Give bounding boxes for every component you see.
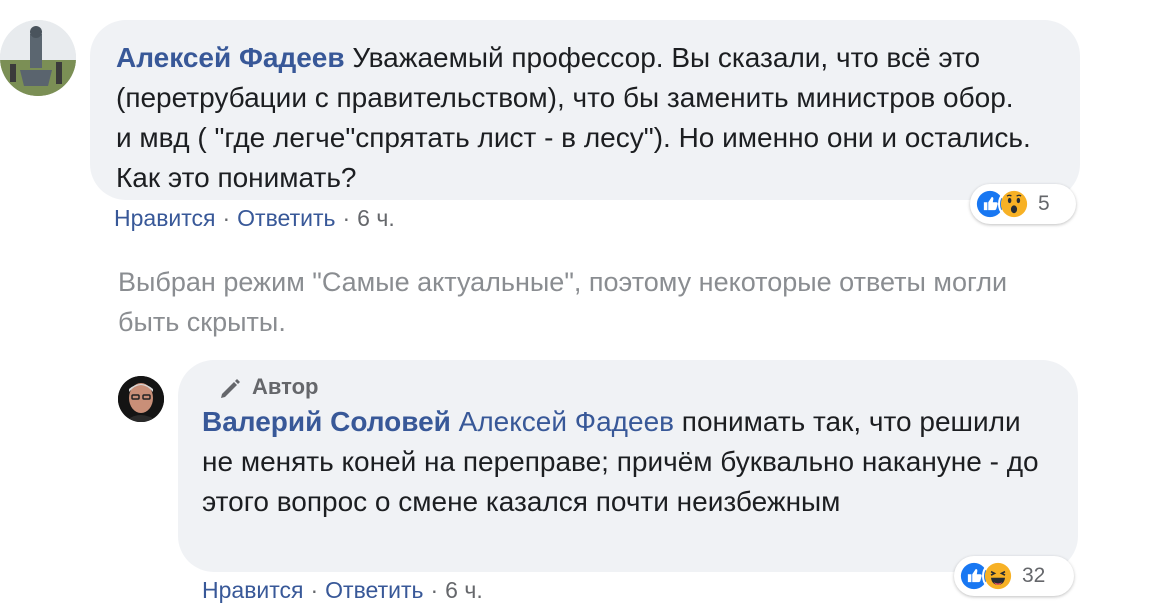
reactions-summary[interactable]: 32 xyxy=(954,556,1074,596)
avatar-photo xyxy=(118,376,164,422)
pencil-icon xyxy=(221,379,240,398)
mention-link[interactable]: Алексей Фадеев xyxy=(459,406,674,437)
author-badge-label: Автор xyxy=(252,374,319,399)
like-link[interactable]: Нравится xyxy=(202,577,304,604)
avatar-photo xyxy=(0,20,76,96)
reply-link[interactable]: Ответить xyxy=(325,577,423,604)
comment-bubble: Алексей Фадеев Уважаемый профессор. Вы с… xyxy=(90,20,1080,200)
separator: · xyxy=(430,577,439,603)
reactions-summary[interactable]: 5 xyxy=(970,184,1076,224)
haha-icon xyxy=(982,560,1014,592)
comment-author-link[interactable]: Алексей Фадеев xyxy=(116,42,345,73)
comment-text-block: Алексей Фадеев Уважаемый профессор. Вы с… xyxy=(116,38,1036,198)
reactions-count: 5 xyxy=(1038,192,1050,215)
most-relevant-notice: Выбран режим "Самые актуальные", поэтому… xyxy=(118,267,1008,337)
author-badge: Автор xyxy=(218,374,1054,400)
reply-link[interactable]: Ответить xyxy=(237,205,335,232)
reply-author-link[interactable]: Валерий Соловей xyxy=(202,406,451,437)
reactions-count: 32 xyxy=(1022,564,1046,587)
wow-icon xyxy=(998,188,1030,220)
separator: · xyxy=(310,577,319,603)
reply-actions: Нравится · Ответить · 6 ч. xyxy=(202,577,483,604)
timestamp[interactable]: 6 ч. xyxy=(445,577,483,604)
comment-actions: Нравится · Ответить · 6 ч. xyxy=(114,205,395,232)
separator: · xyxy=(222,205,231,231)
reply-text-block: Валерий Соловей Алексей Фадеев понимать … xyxy=(202,402,1052,522)
separator: · xyxy=(342,205,351,231)
like-link[interactable]: Нравится xyxy=(114,205,216,232)
reply-bubble: Автор Валерий Соловей Алексей Фадеев пон… xyxy=(178,360,1078,572)
reply-author-avatar[interactable] xyxy=(118,376,164,422)
timestamp[interactable]: 6 ч. xyxy=(357,205,395,232)
commenter-avatar[interactable] xyxy=(0,20,76,96)
